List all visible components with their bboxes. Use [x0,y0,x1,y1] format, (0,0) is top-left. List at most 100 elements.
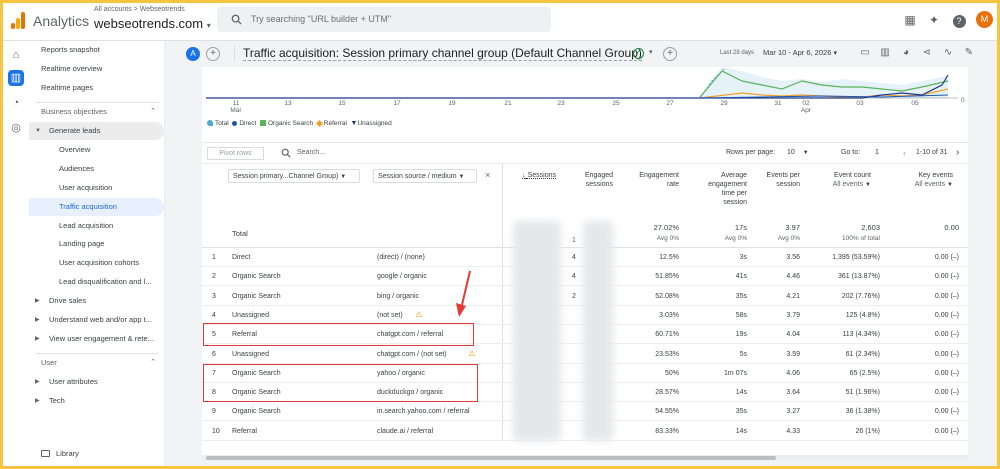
page-range: 1-10 of 31 [916,149,948,156]
legend-item-referral[interactable]: Referral [315,119,347,128]
x-tick-day: 11 [232,100,240,107]
nav-generate-leads[interactable]: ▼ Generate leads [29,122,164,140]
col-sessions[interactable]: ↓ Sessions [513,171,556,180]
col-sublabel: All events [832,181,864,188]
col-engagement-rate[interactable]: Engagement rate [631,171,679,189]
row-channel[interactable]: Organic Search [232,293,281,300]
nav-landing-page[interactable]: Landing page [29,235,164,253]
account-breadcrumb[interactable]: All accounts > Webseotrends [94,6,185,13]
avatar[interactable]: M [976,11,993,28]
row-channel[interactable]: Unassigned [232,312,269,319]
row-source[interactable]: in.search.yahoo.com / referral [377,408,470,415]
nav-user-acquisition[interactable]: User acquisition [29,179,164,197]
help-icon[interactable]: ? [952,13,966,28]
apps-grid-icon[interactable]: ▦ [903,13,917,27]
edit-comparison-icon[interactable]: ▭ [858,46,872,60]
row-source[interactable]: (not set) [377,312,403,319]
scrollbar-thumb[interactable] [206,456,776,460]
close-icon[interactable]: × [485,170,490,180]
nav-audiences[interactable]: Audiences [29,160,164,178]
sparkle-icon[interactable]: ✦ [927,13,941,27]
row-key-events: 0.00 (–) [934,311,959,319]
nav-realtime-overview[interactable]: Realtime overview [29,60,164,78]
nav-user-acquisition-cohorts[interactable]: User acquisition cohorts [29,254,164,272]
nav-tech[interactable]: ▶ Tech [29,392,164,410]
nav-library[interactable]: Library [29,445,164,463]
row-key-events: 0.00 (–) [934,350,959,358]
nav-realtime-pages[interactable]: Realtime pages [29,79,164,97]
pencil-icon[interactable]: ✎ [962,46,976,60]
row-source[interactable]: bing / organic [377,293,419,300]
caret-down-icon: ▼ [802,150,809,156]
legend-marker-direct [232,121,238,126]
chevron-down-icon[interactable]: ▾ [649,48,653,56]
col-event-count[interactable]: Event count All events ▼ [821,171,871,190]
row-source[interactable]: (direct) / (none) [377,254,425,261]
col-events-per-session[interactable]: Events per session [766,171,800,189]
row-channel[interactable]: Organic Search [232,408,281,415]
row-channel[interactable]: Referral [232,428,257,435]
add-card-button[interactable]: + [663,47,677,61]
col-engaged-sessions[interactable]: Engaged sessions [574,171,613,189]
date-range-selector[interactable]: Mar 10 - Apr 6, 2026 ▾ [763,48,837,57]
share-icon[interactable]: ⋖ [920,46,934,60]
row-key-events: 0.00 (–) [934,427,959,435]
comparison-chip-a[interactable]: A [186,47,200,61]
x-tick-label: 27 [660,100,680,107]
nav-drive-sales[interactable]: ▶ Drive sales [29,292,164,310]
nav-lead-acquisition[interactable]: Lead acquisition [29,217,164,235]
nav-reports-snapshot[interactable]: Reports snapshot [29,41,164,59]
nav-section-business-objectives[interactable]: Business objectives ⌃ [29,103,164,121]
row-event-count: 113 (4.34%) [842,331,880,339]
nav-user-attributes[interactable]: ▶ User attributes [29,373,164,391]
goto-input[interactable]: 1 [875,149,879,156]
primary-dimension-select[interactable]: Session primary...Channel Group) ▼ [228,169,360,183]
customize-report-icon[interactable]: ▥ [878,46,892,60]
row-event-count: 61 (2.34%) [845,350,880,358]
nav-section-user[interactable]: User ⌃ [29,354,164,372]
add-comparison-button[interactable]: + [206,47,220,61]
warning-icon[interactable]: ⚠ [468,349,475,358]
secondary-dimension-select[interactable]: Session source / medium ▼ [373,169,477,183]
row-channel[interactable]: Direct [232,254,250,261]
property-selector[interactable]: webseotrends.com ▾ [94,16,211,31]
trend-icon[interactable]: ∿ [941,46,955,60]
row-source[interactable]: google / organic [377,273,427,280]
search-bar[interactable]: Try searching "URL builder + UTM" [217,7,551,32]
legend-item-unassigned[interactable]: ▼Unassigned [351,120,392,127]
warning-icon[interactable]: ⚠ [415,310,422,319]
legend-item-direct[interactable]: Direct [232,120,256,127]
row-channel[interactable]: Unassigned [232,351,269,358]
row-avg-time: 1m 07s [724,369,747,377]
row-source[interactable]: claude.ai / referral [377,428,433,435]
prev-page-icon[interactable]: ‹ [903,148,906,158]
rows-per-page-select[interactable]: 10 ▼ [787,149,809,156]
row-key-events: 0.00 (–) [934,254,959,261]
nav-view-user-engagement[interactable]: ▶ View user engagement & rete... [29,330,164,348]
col-key-events[interactable]: Key events All events ▼ [901,171,953,190]
row-channel[interactable]: Organic Search [232,273,281,280]
table-search-input[interactable]: Search... [297,149,325,156]
nav-overview[interactable]: Overview [29,141,164,159]
explore-icon[interactable]: ◔ [8,95,24,111]
legend-item-organic-search[interactable]: Organic Search [259,120,313,127]
col-avg-engagement-time[interactable]: Average engagement time per session [701,171,747,207]
home-icon[interactable]: ⌂ [8,47,24,63]
next-page-icon[interactable]: › [956,147,959,158]
insights-icon[interactable]: ◕ [899,46,913,60]
search-input[interactable]: Try searching "URL builder + UTM" [251,14,391,24]
chevron-up-icon: ⌃ [150,359,156,366]
legend-item-total[interactable]: Total [207,120,229,127]
row-source[interactable]: chatgpt.com / (not set) [377,351,447,358]
nav-traffic-acquisition[interactable]: Traffic acquisition [29,198,164,216]
page-title[interactable]: Traffic acquisition: Session primary cha… [243,46,642,61]
nav-understand-web-app[interactable]: ▶ Understand web and/or app t... [29,311,164,329]
nav-lead-disqualification[interactable]: Lead disqualification and l... [29,273,164,291]
advertising-icon[interactable]: ◎ [8,120,24,136]
pivot-rows-button[interactable]: Pivot rows [207,147,264,160]
redacted-sessions [513,221,561,441]
property-name: webseotrends.com [94,16,204,31]
date-range-label: Last 28 days [720,50,755,56]
reports-icon[interactable]: ▥ [8,70,24,86]
x-tick-day: 02 [802,100,810,107]
